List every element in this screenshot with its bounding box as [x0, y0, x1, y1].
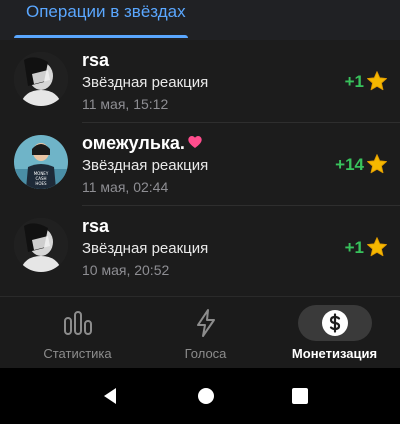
transaction-row[interactable]: rsa Звёздная реакция 10 мая, 20:52 +1 — [0, 206, 400, 289]
sender-name: rsa — [82, 50, 110, 70]
bar-chart-icon — [63, 311, 92, 335]
tab-active-indicator — [14, 35, 188, 38]
transaction-time: 10 мая, 20:52 — [82, 262, 170, 278]
lightning-bolt-icon — [196, 309, 215, 337]
nav-item-statistics[interactable]: Статистика — [11, 297, 144, 369]
heart-icon — [188, 136, 202, 148]
star-icon — [367, 237, 387, 257]
transaction-amount: +1 — [344, 72, 364, 91]
nav-icon-container — [297, 305, 372, 341]
transaction-type: Звёздная реакция — [82, 157, 209, 174]
screen: Операции в звёздах rsa Звёздная реакция … — [0, 0, 400, 424]
tab-bar: Операции в звёздах — [0, 0, 400, 40]
sender-name: омежулька. — [82, 133, 185, 153]
nav-label: Статистика — [43, 346, 112, 361]
transaction-type: Звёздная реакция — [82, 74, 209, 91]
transaction-type: Звёздная реакция — [82, 240, 209, 257]
bottom-navigation: Статистика Голоса Монетизация — [0, 296, 400, 368]
transaction-amount: +14 — [335, 155, 364, 174]
home-icon[interactable] — [196, 386, 216, 406]
transaction-time: 11 мая, 15:12 — [82, 96, 169, 112]
nav-label: Монетизация — [291, 346, 378, 361]
nav-item-monetization[interactable]: Монетизация — [268, 297, 400, 369]
star-icon — [367, 154, 387, 174]
system-navigation-bar — [0, 368, 400, 424]
dollar-coin-icon — [321, 310, 348, 336]
tab-star-transactions[interactable]: Операции в звёздах — [14, 0, 188, 40]
sender-name: rsa — [82, 216, 110, 236]
star-icon — [367, 71, 387, 91]
avatar[interactable]: MONEY CASH HOES — [14, 135, 68, 189]
transaction-time: 11 мая, 02:44 — [82, 179, 169, 195]
nav-icon-container — [41, 305, 115, 341]
nav-label: Голоса — [184, 346, 227, 361]
transaction-amount: +1 — [344, 238, 364, 257]
avatar[interactable] — [14, 52, 68, 106]
avatar[interactable] — [14, 218, 68, 272]
recents-icon[interactable] — [290, 386, 310, 406]
tab-label: Операции в звёздах — [26, 2, 186, 21]
sender-name-wrap: омежулька. — [82, 133, 203, 154]
nav-item-votes[interactable]: Голоса — [139, 297, 272, 369]
back-icon[interactable] — [100, 386, 120, 406]
nav-icon-container — [169, 305, 243, 341]
avatar-shirt-text: HOES — [35, 181, 47, 186]
transaction-row[interactable]: MONEY CASH HOES омежулька. Звёздная реак… — [0, 123, 400, 206]
transactions-list: rsa Звёздная реакция 11 мая, 15:12 +1 MO… — [0, 40, 400, 296]
transaction-row[interactable]: rsa Звёздная реакция 11 мая, 15:12 +1 — [0, 40, 400, 123]
